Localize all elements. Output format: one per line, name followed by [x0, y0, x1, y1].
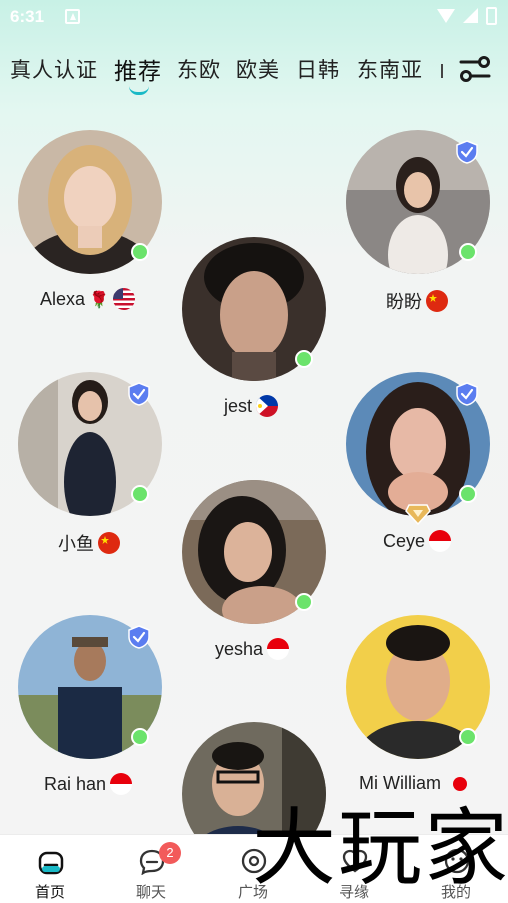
- name-row: Rai han: [44, 773, 133, 795]
- name-row: 盼盼: [386, 288, 448, 314]
- tab-eastern-europe[interactable]: 东欧: [177, 54, 221, 84]
- user-card-rai-han[interactable]: Rai han: [18, 615, 178, 815]
- category-tabs: 真人认证 推荐 东欧 欧美 日韩 东南亚: [0, 50, 508, 95]
- filter-settings-icon[interactable]: [458, 54, 492, 84]
- name-row: Mi William: [359, 773, 467, 794]
- user-name: Alexa: [40, 288, 86, 309]
- online-indicator: [131, 485, 149, 503]
- indonesia-flag-icon: [110, 773, 133, 795]
- unread-badge: 2: [159, 842, 181, 864]
- tab-recommended[interactable]: 推荐: [114, 52, 162, 86]
- user-name: Rai han: [44, 773, 107, 794]
- china-flag-icon: [426, 290, 448, 312]
- tab-verified[interactable]: 真人认证: [10, 54, 98, 84]
- nav-chat[interactable]: 2 聊天: [101, 835, 201, 903]
- user-card-yesha[interactable]: yesha: [182, 480, 342, 680]
- wifi-icon: [437, 9, 455, 23]
- user-name: yesha: [215, 638, 264, 659]
- tab-southeast-asia[interactable]: 东南亚: [357, 54, 423, 84]
- nav-home[interactable]: 首页: [0, 835, 100, 903]
- china-flag-icon: [98, 532, 120, 554]
- user-name: 盼盼: [386, 292, 422, 312]
- name-row: jest: [224, 395, 279, 417]
- tab-divider: [441, 64, 443, 78]
- active-tab-indicator: [129, 86, 149, 95]
- signal-icon: [463, 8, 478, 23]
- user-card-alexa[interactable]: Alexa 🌹: [18, 130, 178, 330]
- user-name: jest: [224, 395, 253, 416]
- diamond-badge-icon: [405, 504, 431, 525]
- notification-icon: [65, 9, 80, 24]
- user-name: 小鱼: [58, 534, 94, 554]
- status-time: 6:31: [10, 7, 45, 26]
- indonesia-flag-icon: [429, 530, 452, 552]
- tab-europe-america[interactable]: 欧美: [236, 54, 280, 84]
- tab-japan-korea[interactable]: 日韩: [296, 54, 340, 84]
- name-row: 小鱼: [58, 530, 120, 556]
- online-indicator: [131, 243, 149, 261]
- japan-flag-icon: [452, 776, 467, 791]
- online-indicator: [295, 350, 313, 368]
- rose-icon: 🌹: [89, 289, 109, 309]
- home-icon: [38, 851, 64, 875]
- user-card-mi-william[interactable]: Mi William: [346, 615, 506, 815]
- name-row: Alexa 🌹: [40, 288, 135, 310]
- online-indicator: [295, 593, 313, 611]
- battery-icon: [486, 7, 497, 25]
- name-row: Ceye: [383, 530, 452, 552]
- watermark-logo: 大玩家: [252, 799, 508, 897]
- philippines-flag-icon: [256, 395, 279, 417]
- name-row: yesha: [215, 638, 290, 660]
- online-indicator: [459, 243, 477, 261]
- user-card-xiaoyu[interactable]: 小鱼: [18, 372, 178, 572]
- online-indicator: [459, 485, 477, 503]
- nav-chat-label: 聊天: [135, 883, 166, 901]
- status-bar: 6:31: [0, 0, 508, 34]
- indonesia-flag-icon: [267, 638, 290, 660]
- user-name: Ceye: [383, 530, 426, 551]
- user-card-ceye[interactable]: Ceye: [346, 372, 506, 572]
- nav-home-label: 首页: [34, 883, 65, 901]
- verified-badge-icon: [456, 382, 478, 406]
- verified-badge-icon: [128, 382, 150, 406]
- us-flag-icon: [112, 288, 135, 310]
- user-card-panpan[interactable]: 盼盼: [346, 130, 506, 330]
- verified-badge-icon: [456, 140, 478, 164]
- verified-badge-icon: [128, 625, 150, 649]
- user-card-jest[interactable]: jest: [182, 237, 342, 437]
- online-indicator: [131, 728, 149, 746]
- user-name: Mi William: [359, 773, 441, 793]
- online-indicator: [459, 728, 477, 746]
